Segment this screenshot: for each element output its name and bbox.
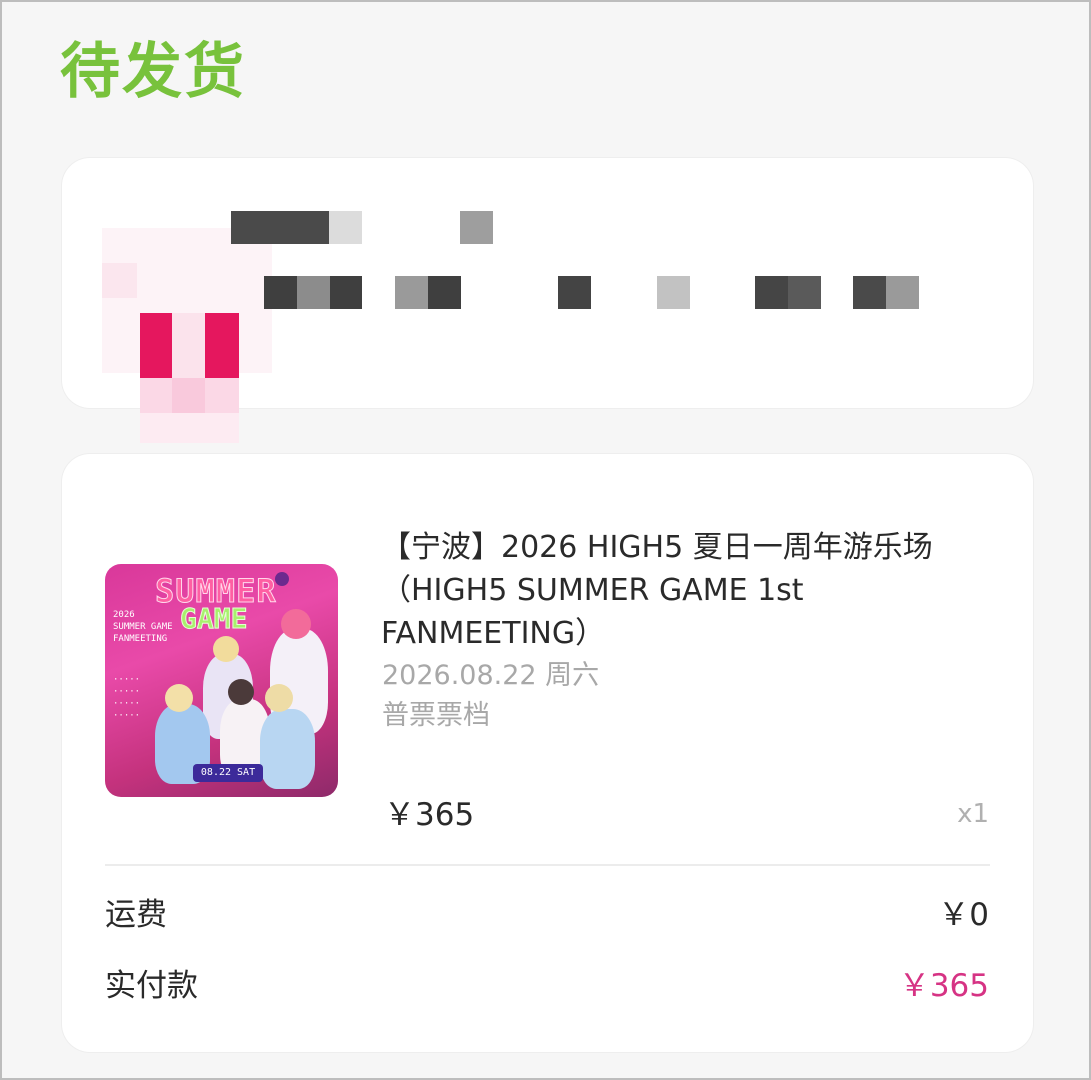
shipping-label: 运费 [105,897,167,933]
obscured-name [231,211,329,244]
address-card[interactable] [62,158,1033,443]
paid-amount-label: 实付款 [105,968,198,1004]
obscured-address [264,276,297,309]
product-title[interactable]: 【宁波】2026 HIGH5 夏日一周年游乐场（HIGH5 SUMMER GAM… [381,526,991,655]
order-detail-card: SUMMER GAME 2026 SUMMER GAME FANMEETING ··… [62,454,1033,1052]
pixelated-avatar [102,228,272,443]
poster-title-line2: GAME [179,602,248,636]
event-poster-thumbnail[interactable]: SUMMER GAME 2026 SUMMER GAME FANMEETING ··… [105,564,338,797]
product-quantity: x1 [957,799,989,829]
order-status-title: 待发货 [60,37,246,107]
product-price: ￥365 [384,797,475,833]
shipping-value: ￥0 [938,897,989,933]
product-tier: 普票票档 [382,700,490,731]
paid-amount-value: ￥365 [898,968,989,1004]
product-date: 2026.08.22 周六 [382,660,600,691]
poster-date-badge: 08.22 SAT [193,764,263,782]
divider [105,864,990,866]
